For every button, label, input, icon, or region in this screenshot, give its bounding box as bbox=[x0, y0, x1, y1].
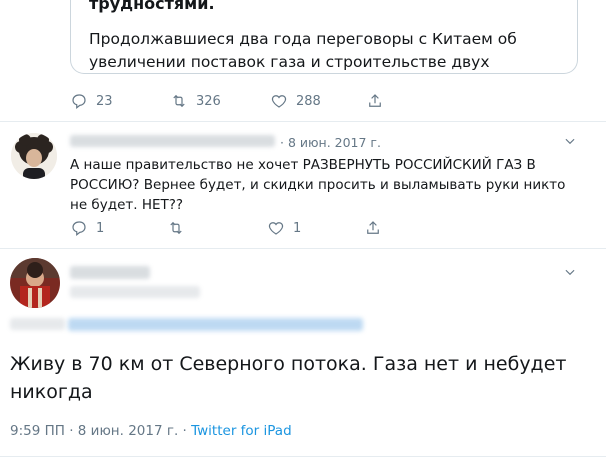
reply-icon bbox=[72, 221, 86, 236]
chevron-down-icon[interactable] bbox=[563, 133, 577, 152]
reply-icon bbox=[72, 94, 86, 109]
share-icon bbox=[369, 94, 381, 107]
tweet-divider bbox=[0, 248, 606, 249]
reply-count: 1 bbox=[96, 220, 105, 236]
avatar[interactable] bbox=[10, 258, 60, 308]
username-redacted bbox=[70, 135, 275, 147]
like-count: 1 bbox=[293, 220, 302, 236]
display-name-redacted bbox=[70, 266, 150, 279]
retweet-count: 326 bbox=[196, 93, 221, 109]
share-button[interactable] bbox=[366, 92, 384, 110]
reply-text: А наше правительство не хочет РАЗВЕРНУТЬ… bbox=[70, 157, 566, 213]
share-button[interactable] bbox=[364, 219, 382, 237]
tweet-divider bbox=[0, 121, 606, 122]
quoted-tweet-text: трудностями. bbox=[89, 0, 215, 13]
retweet-button[interactable]: 326 bbox=[170, 92, 221, 110]
retweet-icon bbox=[170, 221, 182, 235]
tweet-divider bbox=[0, 456, 606, 457]
retweet-button[interactable] bbox=[167, 219, 193, 237]
reply-button[interactable]: 23 bbox=[70, 92, 113, 110]
replying-to-handles[interactable] bbox=[68, 318, 363, 331]
avatar-image bbox=[11, 133, 57, 179]
like-button[interactable]: 288 bbox=[270, 92, 321, 110]
tweet-source-link[interactable]: Twitter for iPad bbox=[191, 423, 292, 439]
chevron-down-icon[interactable] bbox=[563, 264, 577, 283]
retweet-icon bbox=[173, 94, 185, 108]
quoted-tweet-card[interactable]: трудностями. Продолжавшиеся два года пер… bbox=[70, 0, 578, 74]
share-icon bbox=[367, 221, 379, 234]
reply-count: 23 bbox=[96, 93, 113, 109]
avatar-image bbox=[10, 258, 60, 308]
quoted-tweet-text: Продолжавшиеся два года переговоры с Кит… bbox=[89, 30, 517, 48]
like-count: 288 bbox=[296, 93, 321, 109]
heart-icon bbox=[268, 222, 284, 235]
heart-icon bbox=[271, 95, 287, 108]
reply-button[interactable]: 1 bbox=[70, 219, 104, 237]
tweet-text: Живу в 70 км от Северного потока. Газа н… bbox=[10, 353, 567, 403]
handle-redacted bbox=[70, 286, 200, 298]
like-button[interactable]: 1 bbox=[267, 219, 301, 237]
reply-date: · 8 июн. 2017 г. bbox=[280, 135, 381, 150]
tweet-timestamp[interactable]: 9:59 ПП · 8 июн. 2017 г. · bbox=[10, 423, 191, 439]
quoted-tweet-text: увеличении поставок газа и строительстве… bbox=[89, 53, 490, 71]
tweet-meta: 9:59 ПП · 8 июн. 2017 г. · Twitter for i… bbox=[10, 423, 292, 439]
replying-to-redacted bbox=[10, 318, 65, 330]
avatar[interactable] bbox=[11, 133, 57, 179]
